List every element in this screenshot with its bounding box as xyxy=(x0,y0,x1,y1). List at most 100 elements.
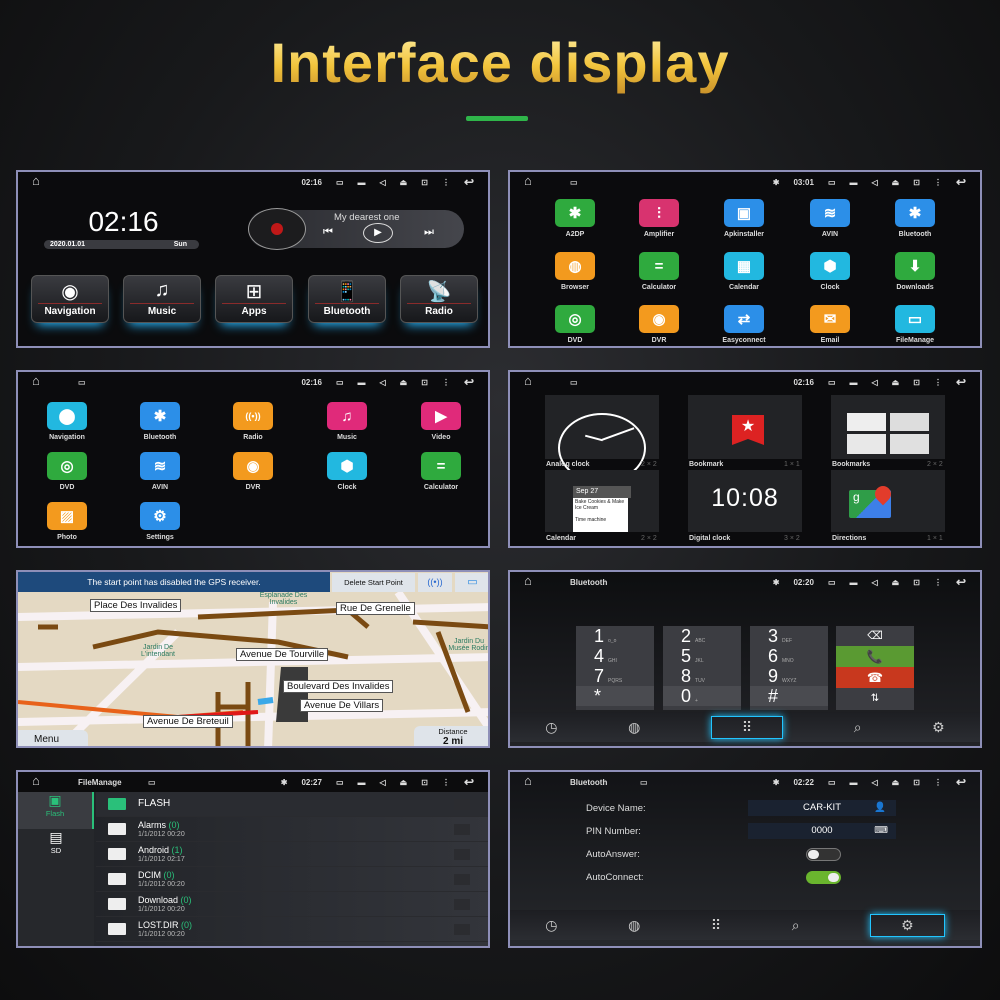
back-icon[interactable]: ↩ xyxy=(956,175,966,189)
keypad-icon[interactable]: ⠿ xyxy=(710,715,784,739)
battery-icon[interactable]: ▭ xyxy=(455,573,488,592)
search-contacts-icon[interactable]: ⌕ xyxy=(792,917,800,934)
map-view[interactable]: Place Des Invalides Rue De Grenelle Aven… xyxy=(18,572,488,746)
call-answer-button[interactable]: 📞 xyxy=(836,646,914,667)
home-button-apps[interactable]: ⊞ Apps xyxy=(215,275,293,323)
usb-icon[interactable]: ▬ xyxy=(850,578,858,587)
music-widget[interactable]: My dearest one ⏮ ▶ ⏭ xyxy=(248,208,464,250)
settings-gear-icon[interactable]: ⚙ xyxy=(870,913,945,937)
key-1[interactable]: 1 o_o xyxy=(576,626,654,646)
app-calculator[interactable]: = Calculator xyxy=(401,452,481,491)
app-email[interactable]: ✉ Email xyxy=(790,305,870,344)
checkbox[interactable] xyxy=(454,899,470,910)
app-dvd[interactable]: ◎ DVD xyxy=(27,452,107,491)
battery-icon[interactable]: ▭ xyxy=(828,378,836,387)
app-a2dp[interactable]: ✱ A2DP xyxy=(535,199,615,238)
battery-icon[interactable]: ▭ xyxy=(336,178,344,187)
key-3[interactable]: 3 DEF xyxy=(750,626,828,646)
key-9[interactable]: 9 WXYZ xyxy=(750,666,828,686)
next-track-icon[interactable]: ⏭ xyxy=(424,226,434,239)
app-calculator[interactable]: = Calculator xyxy=(619,252,699,291)
app-clock[interactable]: ⬢ Clock xyxy=(307,452,387,491)
navigation-map-screen[interactable]: Place Des Invalides Rue De Grenelle Aven… xyxy=(16,570,490,748)
eject-icon[interactable]: ⏏ xyxy=(892,178,900,187)
play-icon[interactable]: ▶ xyxy=(363,223,393,243)
usb-icon[interactable]: ▬ xyxy=(358,178,366,187)
backspace-icon[interactable]: ⌫ xyxy=(836,626,914,646)
app-navigation[interactable]: ⬤ Navigation xyxy=(27,402,107,441)
more-menu-icon[interactable]: ⋮ xyxy=(934,778,942,787)
file-row[interactable]: Movies (0) xyxy=(96,942,488,946)
back-icon[interactable]: ↩ xyxy=(464,175,474,189)
battery-icon[interactable]: ▭ xyxy=(828,178,836,187)
key-*[interactable]: * xyxy=(576,686,654,706)
key-5[interactable]: 5 JKL xyxy=(663,646,741,666)
file-row[interactable]: Alarms (0) 1/1/2012 00:20 xyxy=(96,817,488,842)
app-dvr[interactable]: ◉ DVR xyxy=(213,452,293,491)
usb-icon[interactable]: ▬ xyxy=(850,178,858,187)
back-icon[interactable]: ↩ xyxy=(956,375,966,389)
calendar-widget[interactable]: Sep 27 Bake Cookies & Make Ice Cream Time… xyxy=(545,470,659,532)
analog-clock-widget[interactable] xyxy=(545,395,659,483)
gps-signal-icon[interactable]: ((•)) xyxy=(418,573,452,592)
back-icon[interactable]: ↩ xyxy=(464,775,474,789)
battery-icon[interactable]: ▭ xyxy=(336,778,344,787)
volume-icon[interactable]: ◁ xyxy=(380,178,386,187)
back-icon[interactable]: ↩ xyxy=(956,775,966,789)
app-filemanage[interactable]: ▭ FileManage xyxy=(875,305,955,344)
home-button-bluetooth[interactable]: 📱 Bluetooth xyxy=(308,275,386,323)
screen-icon[interactable]: ⊡ xyxy=(913,378,920,387)
app-settings[interactable]: ⚙ Settings xyxy=(120,502,200,541)
home-icon[interactable]: ⌂ xyxy=(524,373,532,388)
eject-icon[interactable]: ⏏ xyxy=(400,378,408,387)
menu-button[interactable]: Menu xyxy=(18,730,88,746)
file-row[interactable]: Download (0) 1/1/2012 00:20 xyxy=(96,892,488,917)
key-0[interactable]: 0 + xyxy=(663,686,741,706)
home-icon[interactable]: ⌂ xyxy=(32,173,40,188)
screen-icon[interactable]: ⊡ xyxy=(421,378,428,387)
back-icon[interactable]: ↩ xyxy=(956,575,966,589)
screen-icon[interactable]: ⊡ xyxy=(913,778,920,787)
battery-icon[interactable]: ▭ xyxy=(336,378,344,387)
checkbox[interactable] xyxy=(454,849,470,860)
more-menu-icon[interactable]: ⋮ xyxy=(934,378,942,387)
home-icon[interactable]: ⌂ xyxy=(32,373,40,388)
usb-icon[interactable]: ▬ xyxy=(850,778,858,787)
file-row[interactable]: Android (1) 1/1/2012 02:17 xyxy=(96,842,488,867)
sidebar-item-sd[interactable]: ▤ SD xyxy=(18,829,94,866)
checkbox[interactable] xyxy=(454,824,470,835)
delete-start-point-button[interactable]: Delete Start Point xyxy=(332,573,415,592)
screen-icon[interactable]: ⊡ xyxy=(913,178,920,187)
contacts-icon[interactable]: ◍ xyxy=(628,917,640,934)
device-name-field[interactable]: CAR-KIT 👤 xyxy=(748,800,896,816)
app-video[interactable]: ▶ Video xyxy=(401,402,481,441)
more-menu-icon[interactable]: ⋮ xyxy=(442,778,450,787)
call-log-icon[interactable]: ◷ xyxy=(545,917,557,934)
auto-answer-toggle[interactable] xyxy=(806,848,841,861)
key-2[interactable]: 2 ABC xyxy=(663,626,741,646)
call-log-icon[interactable]: ◷ xyxy=(545,719,557,736)
sidebar-item-flash[interactable]: ▣ Flash xyxy=(18,792,94,829)
home-icon[interactable]: ⌂ xyxy=(32,773,40,788)
call-hangup-button[interactable]: ☎ xyxy=(836,667,914,688)
screen-icon[interactable]: ⊡ xyxy=(421,778,428,787)
volume-icon[interactable]: ◁ xyxy=(380,378,386,387)
volume-icon[interactable]: ◁ xyxy=(380,778,386,787)
key-#[interactable]: # xyxy=(750,686,828,706)
eject-icon[interactable]: ⏏ xyxy=(400,778,408,787)
screen-icon[interactable]: ⊡ xyxy=(421,178,428,187)
app-music[interactable]: ♫ Music xyxy=(307,402,387,441)
app-dvd[interactable]: ◎ DVD xyxy=(535,305,615,344)
app-apkinstaller[interactable]: ▣ Apkinstaller xyxy=(704,199,784,238)
file-row[interactable]: LOST.DIR (0) 1/1/2012 00:20 xyxy=(96,917,488,942)
usb-icon[interactable]: ▬ xyxy=(358,378,366,387)
more-menu-icon[interactable]: ⋮ xyxy=(934,178,942,187)
key-8[interactable]: 8 TUV xyxy=(663,666,741,686)
app-downloads[interactable]: ⬇ Downloads xyxy=(875,252,955,291)
eject-icon[interactable]: ⏏ xyxy=(892,778,900,787)
more-menu-icon[interactable]: ⋮ xyxy=(442,178,450,187)
bookmarks-widget[interactable] xyxy=(831,395,945,459)
home-button-radio[interactable]: 📡 Radio xyxy=(400,275,478,323)
more-menu-icon[interactable]: ⋮ xyxy=(934,578,942,587)
directions-widget[interactable]: g xyxy=(831,470,945,532)
